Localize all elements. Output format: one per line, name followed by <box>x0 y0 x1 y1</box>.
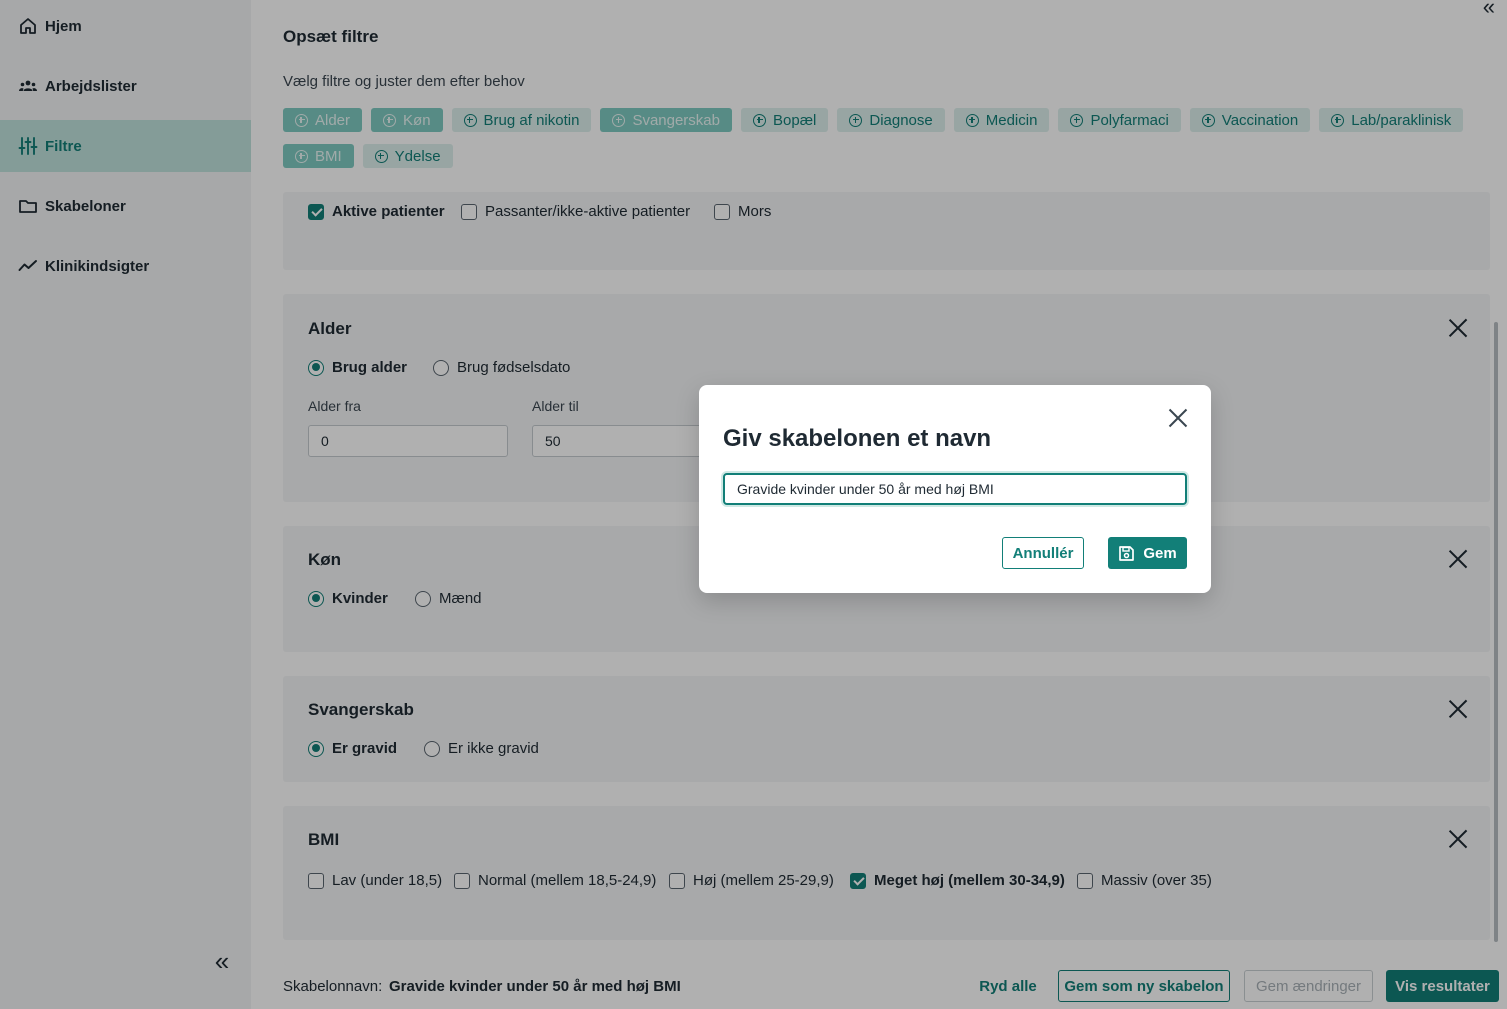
template-name-input[interactable] <box>723 473 1187 505</box>
floppy-disk-icon <box>1118 545 1135 562</box>
save-button[interactable]: Gem <box>1108 537 1187 569</box>
cancel-button[interactable]: Annullér <box>1002 537 1084 569</box>
save-button-label: Gem <box>1143 544 1177 562</box>
dialog-title: Giv skabelonen et navn <box>723 425 992 452</box>
close-icon[interactable] <box>1169 409 1187 427</box>
name-template-dialog: Giv skabelonen et navn Annullér Gem <box>699 385 1211 593</box>
